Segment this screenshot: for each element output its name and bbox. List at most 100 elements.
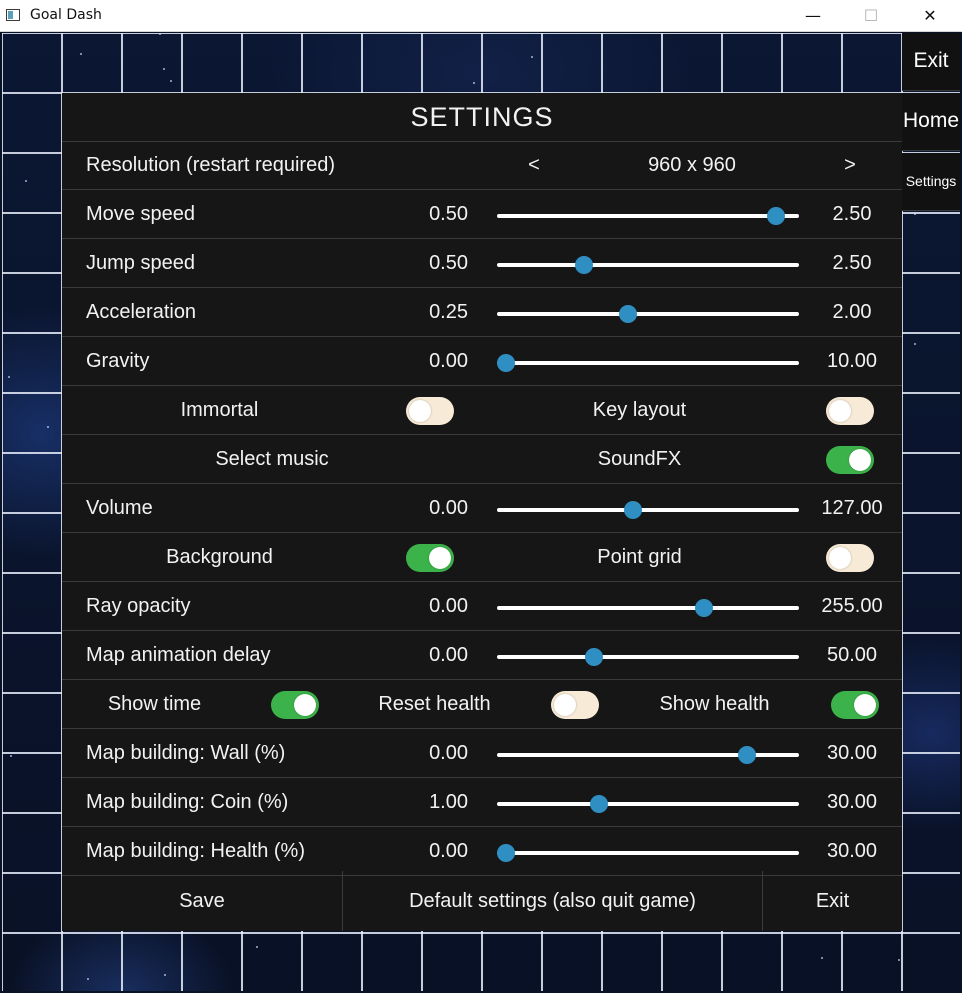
move-speed-slider-thumb[interactable] <box>766 207 785 225</box>
reset-health-toggle-knob <box>554 694 576 716</box>
health-percent-slider[interactable] <box>497 844 799 862</box>
resolution-prev-button[interactable]: < <box>522 154 546 177</box>
toggle-row-immortal-keylayout: Immortal Key layout <box>62 387 902 435</box>
wall-percent-slider-thumb[interactable] <box>738 746 757 764</box>
ray-opacity-max: 255.00 <box>821 595 883 617</box>
ray-opacity-slider-thumb[interactable] <box>695 599 714 617</box>
ray-opacity-slider[interactable] <box>497 599 799 617</box>
slider-row-move-speed: Move speed 0.50 2.50 <box>62 191 902 239</box>
resolution-next-button[interactable]: > <box>838 154 862 177</box>
background-toggle[interactable] <box>406 544 454 572</box>
resolution-label: Resolution (restart required) <box>86 154 335 176</box>
health-percent-max: 30.00 <box>826 840 878 862</box>
wall-percent-slider[interactable] <box>497 746 799 764</box>
acceleration-slider[interactable] <box>497 305 799 323</box>
toggle-row-time-health: Show time Reset health Show health <box>62 681 902 729</box>
point-grid-toggle[interactable] <box>826 544 874 572</box>
key-layout-toggle-knob <box>829 400 851 422</box>
gravity-max: 10.00 <box>826 350 878 372</box>
nav-exit-button[interactable]: Exit <box>902 33 960 91</box>
immortal-toggle[interactable] <box>406 397 454 425</box>
coin-percent-slider[interactable] <box>497 795 799 813</box>
app-icon <box>6 9 20 21</box>
settings-exit-button[interactable]: Exit <box>762 871 902 931</box>
coin-percent-max: 30.00 <box>826 791 878 813</box>
maximize-button[interactable]: ☐ <box>842 0 900 32</box>
slider-row-map-animation-delay: Map animation delay 0.00 50.00 <box>62 632 902 680</box>
slider-row-volume: Volume 0.00 127.00 <box>62 485 902 533</box>
health-percent-slider-thumb[interactable] <box>497 844 515 862</box>
default-settings-button[interactable]: Default settings (also quit game) <box>342 871 762 931</box>
background-label: Background <box>166 546 273 568</box>
show-time-toggle-knob <box>294 694 316 716</box>
wall-percent-min: 0.00 <box>429 742 468 764</box>
volume-slider[interactable] <box>497 501 799 519</box>
health-percent-label: Map building: Health (%) <box>86 840 305 862</box>
show-time-toggle[interactable] <box>271 691 319 719</box>
point-grid-toggle-knob <box>829 547 851 569</box>
immortal-label: Immortal <box>180 399 259 421</box>
select-music-button[interactable]: Select music <box>142 448 402 471</box>
slider-row-jump-speed: Jump speed 0.50 2.50 <box>62 240 902 288</box>
slider-row-ray-opacity: Ray opacity 0.00 255.00 <box>62 583 902 631</box>
gravity-slider[interactable] <box>497 354 799 372</box>
show-health-toggle[interactable] <box>831 691 879 719</box>
coin-percent-slider-thumb[interactable] <box>590 795 609 813</box>
map-animation-delay-slider[interactable] <box>497 648 799 666</box>
show-time-label: Show time <box>107 693 202 715</box>
acceleration-slider-thumb[interactable] <box>618 305 637 323</box>
save-button[interactable]: Save <box>62 871 342 931</box>
immortal-toggle-knob <box>409 400 431 422</box>
coin-percent-min: 1.00 <box>429 791 468 813</box>
slider-row-wall: Map building: Wall (%) 0.00 30.00 <box>62 730 902 778</box>
map-animation-delay-label: Map animation delay <box>86 644 271 666</box>
gravity-min: 0.00 <box>429 350 468 372</box>
slider-row-coin: Map building: Coin (%) 1.00 30.00 <box>62 779 902 827</box>
volume-label: Volume <box>86 497 153 519</box>
acceleration-label: Acceleration <box>86 301 197 323</box>
acceleration-min: 0.25 <box>429 301 468 323</box>
reset-health-label: Reset health <box>378 693 491 715</box>
background-toggle-knob <box>429 547 451 569</box>
resolution-row: Resolution (restart required) < 960 x 96… <box>62 142 902 190</box>
move-speed-min: 0.50 <box>429 203 468 225</box>
volume-min: 0.00 <box>429 497 468 519</box>
move-speed-label: Move speed <box>86 203 195 225</box>
map-animation-delay-min: 0.00 <box>429 644 468 666</box>
settings-button-row: Save Default settings (also quit game) E… <box>62 871 902 931</box>
map-animation-delay-max: 50.00 <box>826 644 878 666</box>
jump-speed-label: Jump speed <box>86 252 195 274</box>
point-grid-label: Point grid <box>597 546 682 568</box>
volume-max: 127.00 <box>821 497 883 519</box>
game-canvas: Exit Home Settings SETTINGS Resolution (… <box>2 33 960 991</box>
jump-speed-slider[interactable] <box>497 256 799 274</box>
window-titlebar: Goal Dash — ☐ ✕ <box>0 0 962 32</box>
slider-row-health: Map building: Health (%) 0.00 30.00 <box>62 828 902 876</box>
show-health-label: Show health <box>659 693 770 715</box>
nav-home-button[interactable]: Home <box>902 93 960 151</box>
acceleration-max: 2.00 <box>832 301 872 323</box>
close-button[interactable]: ✕ <box>901 0 959 32</box>
soundfx-label: SoundFX <box>597 448 682 470</box>
nav-settings-button[interactable]: Settings <box>902 153 960 211</box>
ray-opacity-min: 0.00 <box>429 595 468 617</box>
move-speed-slider[interactable] <box>497 207 799 225</box>
key-layout-toggle[interactable] <box>826 397 874 425</box>
jump-speed-slider-thumb[interactable] <box>575 256 594 274</box>
window-title: Goal Dash <box>30 7 102 23</box>
settings-title: SETTINGS <box>62 93 902 142</box>
gravity-slider-thumb[interactable] <box>497 354 515 372</box>
map-animation-delay-slider-thumb[interactable] <box>585 648 604 666</box>
resolution-value: 960 x 960 <box>648 154 736 176</box>
toggle-row-music-soundfx: Select music SoundFX <box>62 436 902 484</box>
wall-percent-max: 30.00 <box>826 742 878 764</box>
slider-row-acceleration: Acceleration 0.25 2.00 <box>62 289 902 337</box>
coin-percent-label: Map building: Coin (%) <box>86 791 289 813</box>
soundfx-toggle[interactable] <box>826 446 874 474</box>
health-percent-min: 0.00 <box>429 840 468 862</box>
reset-health-toggle[interactable] <box>551 691 599 719</box>
volume-slider-thumb[interactable] <box>624 501 643 519</box>
minimize-button[interactable]: — <box>784 0 842 32</box>
settings-panel: SETTINGS Resolution (restart required) <… <box>62 93 902 931</box>
wall-percent-label: Map building: Wall (%) <box>86 742 286 764</box>
